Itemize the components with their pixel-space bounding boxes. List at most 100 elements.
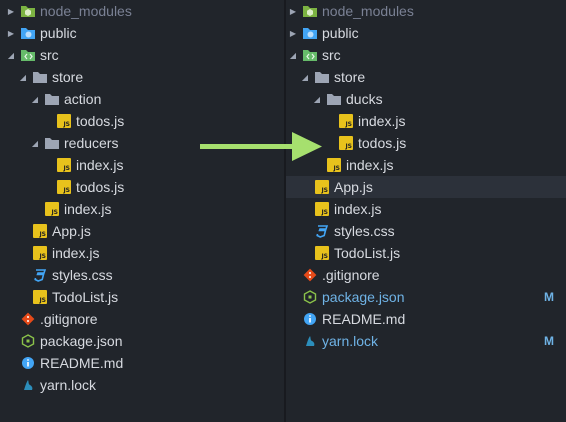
chevron-right-icon[interactable]: ▶ bbox=[288, 0, 298, 22]
tree-item-label: styles.css bbox=[52, 267, 113, 283]
tree-file-row[interactable]: index.js bbox=[286, 110, 566, 132]
tree-file-row[interactable]: index.js bbox=[0, 242, 284, 264]
tree-folder-row[interactable]: ◢ store bbox=[0, 66, 284, 88]
tree-file-row[interactable]: README.md bbox=[0, 352, 284, 374]
tree-item-label: src bbox=[40, 47, 59, 63]
tree-item-label: .gitignore bbox=[322, 267, 380, 283]
node-package-icon bbox=[20, 333, 36, 349]
tree-folder-row[interactable]: ▶ node_modules bbox=[0, 0, 284, 22]
tree-item-label: yarn.lock bbox=[322, 333, 379, 349]
tree-item-label: package.json bbox=[322, 289, 405, 305]
tree-file-row[interactable]: yarn.lock bbox=[0, 374, 284, 396]
tree-item-label: index.js bbox=[76, 157, 124, 173]
tree-folder-row[interactable]: ◢ src bbox=[286, 44, 566, 66]
tree-item-label: App.js bbox=[334, 179, 373, 195]
folder-src-icon bbox=[20, 47, 36, 63]
chevron-right-icon[interactable]: ▶ bbox=[6, 0, 16, 22]
folder-web-icon bbox=[302, 25, 318, 41]
tree-file-row[interactable]: yarn.lock M bbox=[286, 330, 566, 352]
tree-folder-row[interactable]: ◢ action bbox=[0, 88, 284, 110]
tree-after-panel: ▶ node_modules ▶ public ◢ src ◢ store ◢ ducks inde… bbox=[286, 0, 566, 422]
js-file-icon bbox=[326, 157, 342, 173]
chevron-down-icon[interactable]: ◢ bbox=[288, 44, 298, 66]
tree-item-label: TodoList.js bbox=[334, 245, 401, 261]
tree-item-label: App.js bbox=[52, 223, 91, 239]
folder-icon bbox=[44, 91, 60, 107]
js-file-icon bbox=[44, 201, 60, 217]
tree-item-label: node_modules bbox=[40, 3, 132, 19]
css-file-icon bbox=[314, 223, 330, 239]
chevron-down-icon[interactable]: ◢ bbox=[300, 66, 310, 88]
tree-file-row[interactable]: TodoList.js bbox=[286, 242, 566, 264]
tree-item-label: index.js bbox=[346, 157, 394, 173]
info-icon bbox=[20, 355, 36, 371]
tree-folder-row[interactable]: ◢ ducks bbox=[286, 88, 566, 110]
chevron-down-icon[interactable]: ◢ bbox=[18, 66, 28, 88]
folder-icon bbox=[44, 135, 60, 151]
tree-item-label: todos.js bbox=[76, 179, 125, 195]
tree-item-label: node_modules bbox=[322, 3, 414, 19]
tree-item-label: README.md bbox=[322, 311, 406, 327]
chevron-right-icon[interactable]: ▶ bbox=[6, 22, 16, 44]
js-file-icon bbox=[32, 223, 48, 239]
tree-item-label: styles.css bbox=[334, 223, 395, 239]
chevron-down-icon[interactable]: ◢ bbox=[6, 44, 16, 66]
tree-item-label: yarn.lock bbox=[40, 377, 97, 393]
tree-item-label: index.js bbox=[334, 201, 382, 217]
git-icon bbox=[302, 267, 318, 283]
tree-file-row[interactable]: styles.css bbox=[0, 264, 284, 286]
tree-file-row[interactable]: App.js bbox=[0, 220, 284, 242]
node-package-icon bbox=[302, 289, 318, 305]
tree-file-row[interactable]: package.json M bbox=[286, 286, 566, 308]
tree-folder-row[interactable]: ▶ public bbox=[0, 22, 284, 44]
chevron-down-icon[interactable]: ◢ bbox=[30, 88, 40, 110]
tree-item-label: index.js bbox=[358, 113, 406, 129]
tree-comparison-image: ▶ node_modules ▶ public ◢ src ◢ store ◢ action tod… bbox=[0, 0, 566, 422]
yarn-icon bbox=[302, 333, 318, 349]
chevron-down-icon[interactable]: ◢ bbox=[30, 132, 40, 154]
js-file-icon bbox=[32, 245, 48, 261]
tree-file-row[interactable]: todos.js bbox=[0, 110, 284, 132]
js-file-icon bbox=[338, 135, 354, 151]
info-icon bbox=[302, 311, 318, 327]
tree-item-label: src bbox=[322, 47, 341, 63]
tree-file-row[interactable]: .gitignore bbox=[286, 264, 566, 286]
tree-file-row[interactable]: styles.css bbox=[286, 220, 566, 242]
tree-folder-row[interactable]: ▶ node_modules bbox=[286, 0, 566, 22]
css-file-icon bbox=[32, 267, 48, 283]
tree-file-row[interactable]: todos.js bbox=[0, 176, 284, 198]
folder-src-icon bbox=[302, 47, 318, 63]
tree-file-row[interactable]: index.js bbox=[286, 198, 566, 220]
chevron-down-icon[interactable]: ◢ bbox=[312, 88, 322, 110]
tree-file-row[interactable]: index.js bbox=[0, 198, 284, 220]
js-file-icon bbox=[56, 157, 72, 173]
folder-web-icon bbox=[20, 25, 36, 41]
tree-item-label: ducks bbox=[346, 91, 383, 107]
tree-item-label: public bbox=[322, 25, 359, 41]
js-file-icon bbox=[32, 289, 48, 305]
tree-file-row[interactable]: todos.js bbox=[286, 132, 566, 154]
tree-before-panel: ▶ node_modules ▶ public ◢ src ◢ store ◢ action tod… bbox=[0, 0, 284, 422]
tree-folder-row[interactable]: ▶ public bbox=[286, 22, 566, 44]
arrow-right-icon bbox=[200, 132, 322, 161]
tree-file-row[interactable]: package.json bbox=[0, 330, 284, 352]
tree-file-row[interactable]: TodoList.js bbox=[0, 286, 284, 308]
js-file-icon bbox=[314, 245, 330, 261]
folder-icon bbox=[326, 91, 342, 107]
tree-item-label: todos.js bbox=[76, 113, 125, 129]
tree-folder-row[interactable]: ◢ src bbox=[0, 44, 284, 66]
tree-file-row[interactable]: index.js bbox=[286, 154, 566, 176]
tree-file-row[interactable]: .gitignore bbox=[0, 308, 284, 330]
js-file-icon bbox=[314, 179, 330, 195]
tree-item-label: reducers bbox=[64, 135, 119, 151]
tree-item-label: store bbox=[334, 69, 366, 85]
git-icon bbox=[20, 311, 36, 327]
js-file-icon bbox=[56, 179, 72, 195]
tree-item-label: index.js bbox=[52, 245, 100, 261]
chevron-right-icon[interactable]: ▶ bbox=[288, 22, 298, 44]
tree-file-row[interactable]: README.md bbox=[286, 308, 566, 330]
tree-item-label: package.json bbox=[40, 333, 123, 349]
folder-icon bbox=[32, 69, 48, 85]
tree-file-row[interactable]: App.js bbox=[286, 176, 566, 198]
tree-folder-row[interactable]: ◢ store bbox=[286, 66, 566, 88]
